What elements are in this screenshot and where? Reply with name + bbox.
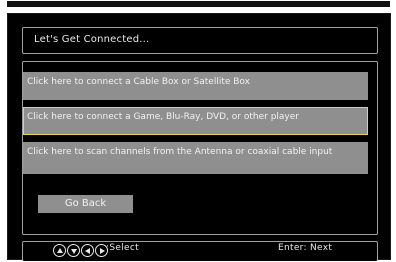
nav-icons xyxy=(53,244,108,258)
arrow-up-icon xyxy=(53,244,66,257)
option-cable-satellite[interactable]: Click here to connect a Cable Box or Sat… xyxy=(23,72,368,100)
option-game-bluray-dvd[interactable]: Click here to connect a Game, Blu-Ray, D… xyxy=(23,107,368,135)
arrow-down-icon xyxy=(67,244,80,257)
title-panel: Let's Get Connected... xyxy=(22,27,378,54)
dialog-title: Let's Get Connected... xyxy=(34,34,150,45)
select-hint: :Select xyxy=(106,243,139,253)
tv-screen: Let's Get Connected... Click here to con… xyxy=(7,13,391,261)
enter-next-hint: Enter: Next xyxy=(278,243,333,253)
arrow-left-icon xyxy=(81,244,94,257)
go-back-button[interactable]: Go Back xyxy=(38,195,133,213)
option-scan-channels[interactable]: Click here to scan channels from the Ant… xyxy=(23,142,368,174)
top-rule xyxy=(7,1,390,7)
